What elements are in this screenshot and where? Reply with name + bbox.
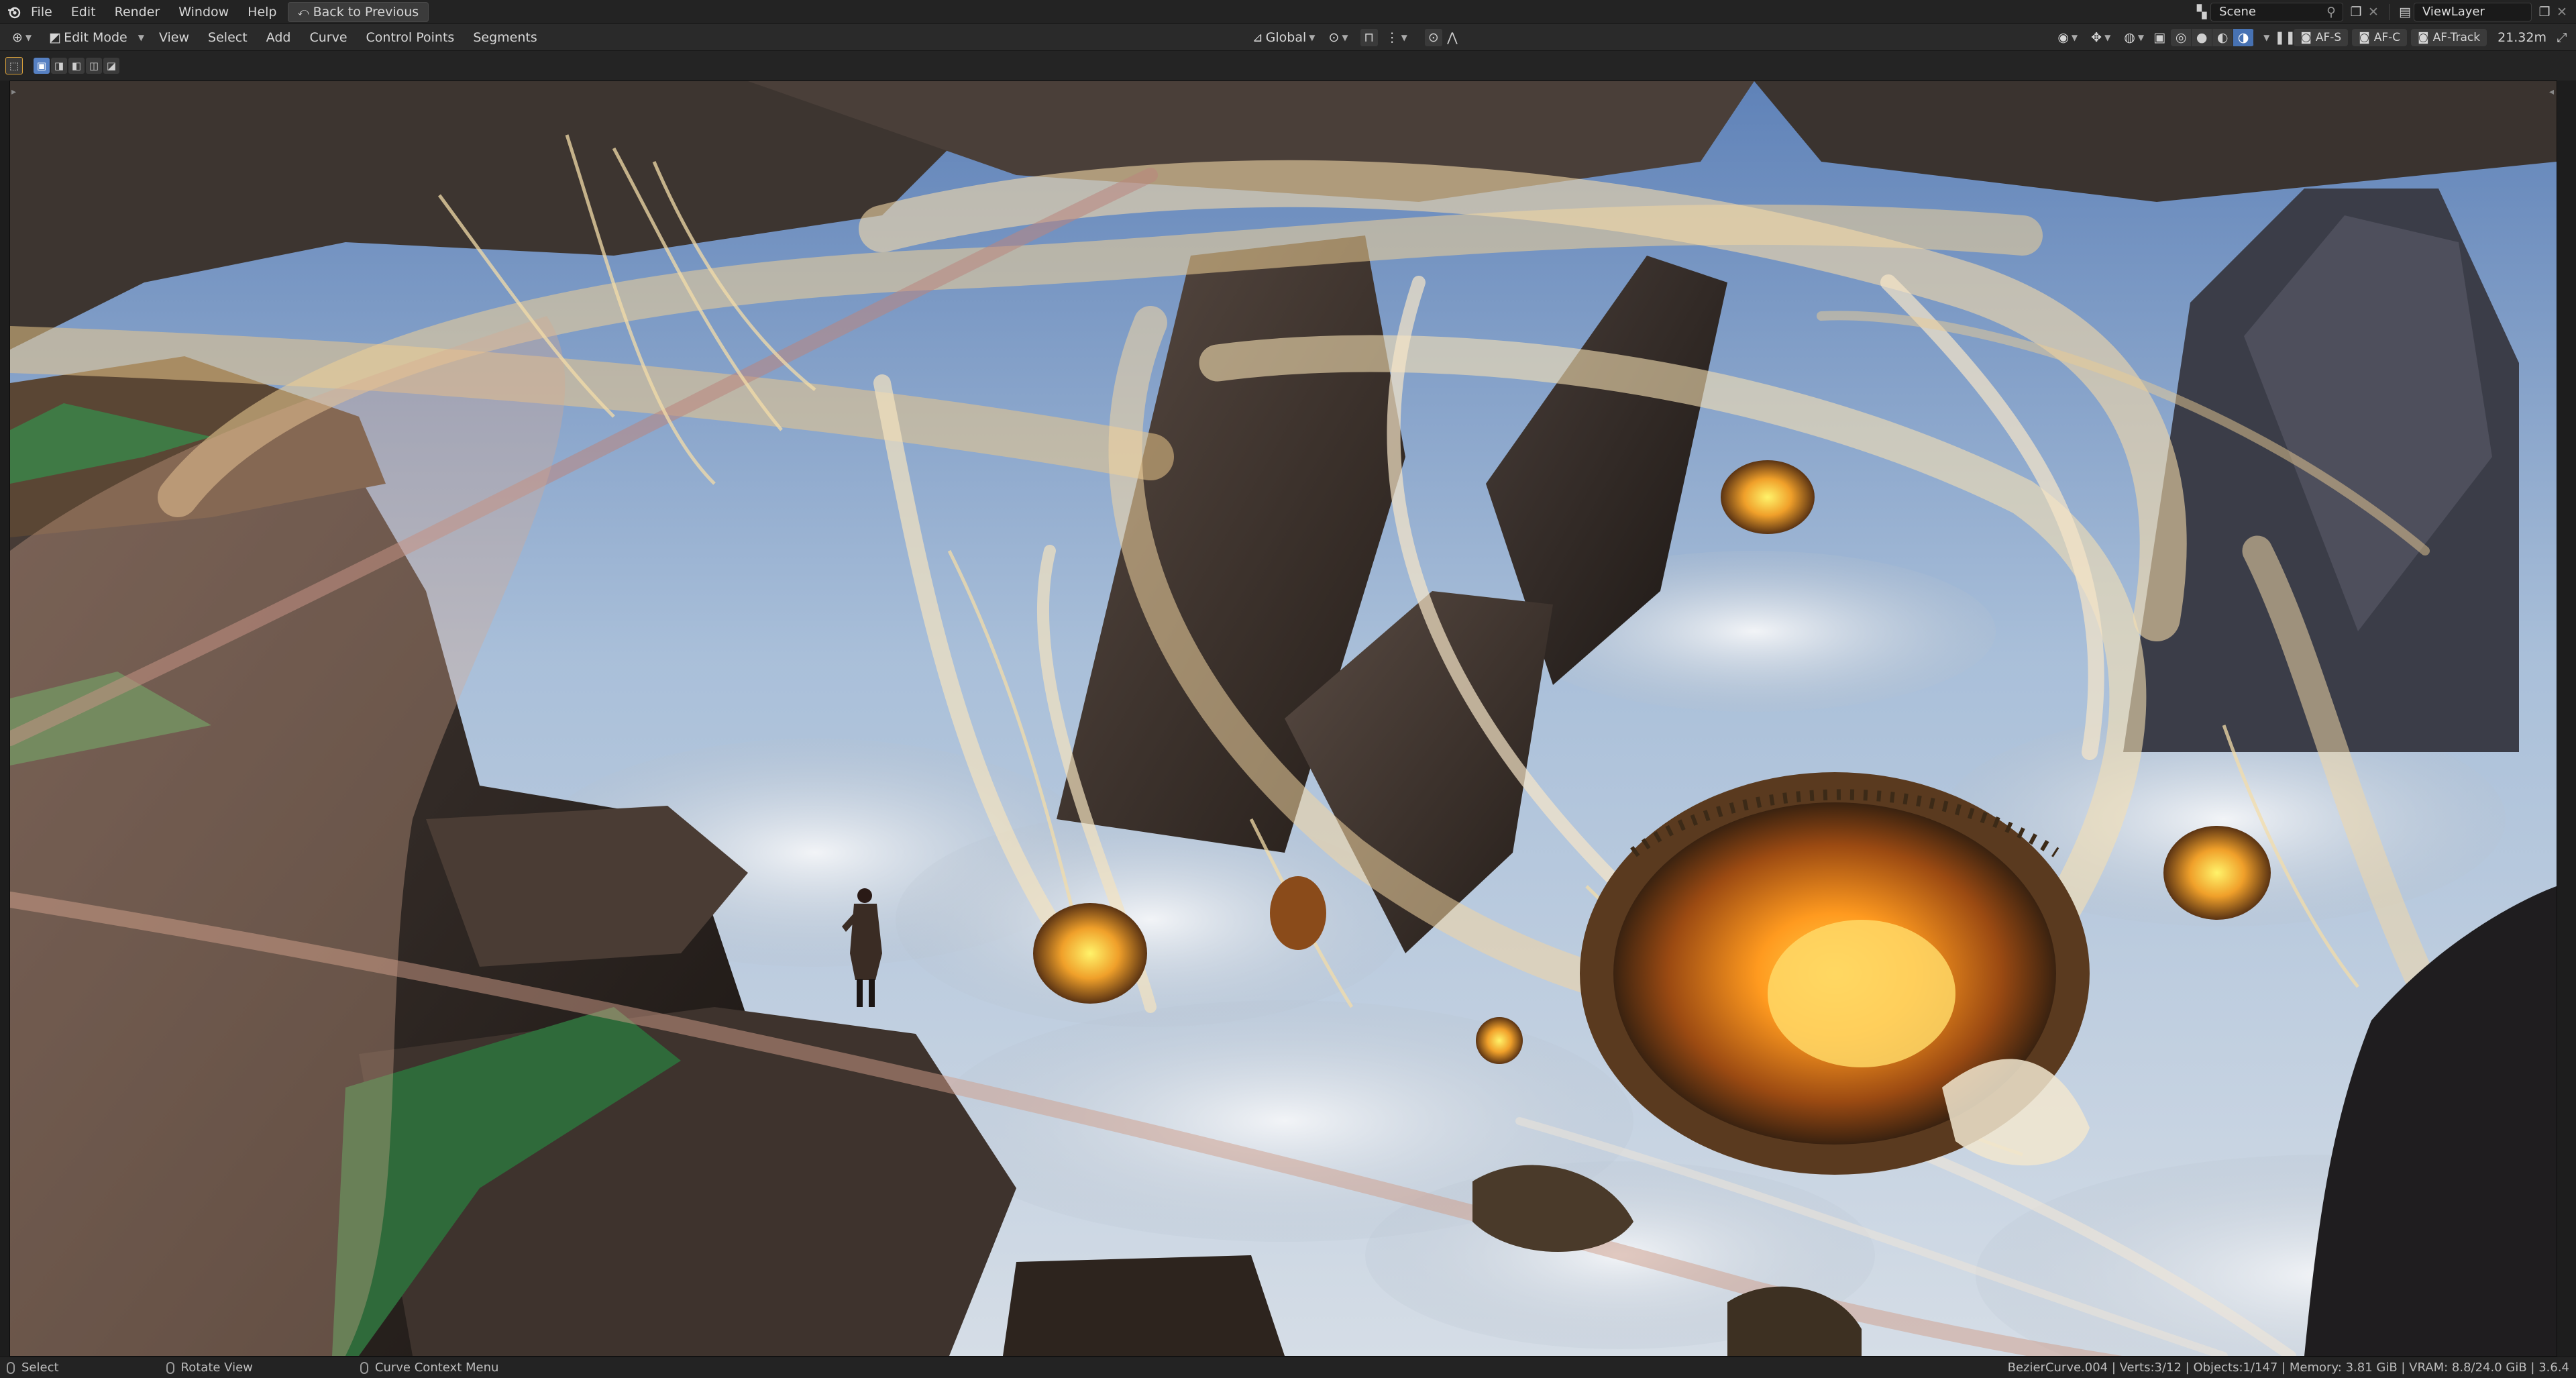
overlay-icon: ◍ bbox=[2124, 30, 2135, 45]
viewlayer-input[interactable] bbox=[2421, 4, 2524, 19]
gizmo-dropdown[interactable]: ✥ ▼ bbox=[2084, 29, 2117, 46]
remove-scene-icon[interactable]: ✕ bbox=[2365, 3, 2382, 21]
status-context-label: Curve Context Menu bbox=[374, 1361, 499, 1375]
new-scene-icon[interactable]: ❐ bbox=[2347, 3, 2365, 21]
gizmo-icon: ✥ bbox=[2091, 30, 2102, 45]
edit-mode-icon: ◩ bbox=[49, 30, 62, 45]
mouse-middle-icon bbox=[166, 1361, 174, 1374]
snap-icon[interactable]: ⊓ bbox=[1360, 28, 1378, 46]
af-track-label: AF-Track bbox=[2432, 30, 2481, 44]
mouse-right-icon bbox=[360, 1361, 368, 1374]
menu-file[interactable]: File bbox=[23, 2, 60, 22]
select-new-icon[interactable]: ▣ bbox=[34, 58, 50, 74]
sidebar-toggle-icon[interactable]: ◂ bbox=[2549, 87, 2554, 97]
status-rotate-label: Rotate View bbox=[180, 1361, 253, 1375]
select-subtract-icon[interactable]: ◧ bbox=[68, 58, 85, 74]
menu-view[interactable]: View bbox=[151, 28, 197, 48]
editor-type-icon: ⊕ bbox=[12, 30, 23, 45]
target-icon: ◙ bbox=[2418, 30, 2429, 44]
select-tool-group: ⬚ ▣ ◨ ◧ ◫ ◪ bbox=[5, 57, 119, 74]
af-s-button[interactable]: ◙ AF-S bbox=[2294, 28, 2349, 46]
back-to-previous-button[interactable]: ⤺ Back to Previous bbox=[287, 1, 429, 22]
viewlayer-field[interactable] bbox=[2414, 2, 2532, 21]
select-box-tool-icon[interactable]: ⬚ bbox=[5, 57, 23, 74]
shading-mode-group: ◎ ● ◐ ◑ bbox=[2171, 28, 2255, 46]
material-shading-icon[interactable]: ◐ bbox=[2212, 28, 2234, 46]
rendered-shading-icon[interactable]: ◑ bbox=[2233, 28, 2255, 46]
back-icon: ⤺ bbox=[297, 5, 309, 18]
proportional-group: ⊙ ⋀ bbox=[1424, 28, 1461, 46]
menu-add[interactable]: Add bbox=[258, 28, 299, 48]
viewport-header: ⊕ ▼ ◩ Edit Mode ▼ View Select Add Curve C… bbox=[0, 24, 2576, 51]
large-jellyfish bbox=[1580, 772, 2090, 1175]
orientation-dropdown[interactable]: ⊿ Global ▼ bbox=[1246, 29, 1322, 46]
falloff-icon[interactable]: ⋀ bbox=[1444, 29, 1461, 46]
viewlayer-icon[interactable]: ▤ bbox=[2396, 3, 2414, 21]
menu-select[interactable]: Select bbox=[200, 28, 256, 48]
scene-icon[interactable]: ▚ bbox=[2193, 3, 2210, 21]
menu-help[interactable]: Help bbox=[239, 2, 284, 22]
menu-curve[interactable]: Curve bbox=[301, 28, 355, 48]
snap-group: ⊓ ⋮ ▼ bbox=[1360, 28, 1414, 46]
xray-icon[interactable]: ▣ bbox=[2151, 29, 2168, 46]
visibility-dropdown[interactable]: ◉ ▼ bbox=[2051, 29, 2084, 46]
af-track-button[interactable]: ◙ AF-Track bbox=[2411, 28, 2487, 46]
remove-viewlayer-icon[interactable]: ✕ bbox=[2553, 3, 2571, 21]
wireframe-shading-icon[interactable]: ◎ bbox=[2171, 28, 2192, 46]
mode-dropdown[interactable]: ◩ Edit Mode ▼ bbox=[42, 29, 151, 46]
orientation-label: Global bbox=[1265, 30, 1307, 45]
mouse-left-icon bbox=[7, 1361, 15, 1374]
rendered-scene bbox=[10, 81, 2557, 1356]
tool-settings-row: ⬚ ▣ ◨ ◧ ◫ ◪ bbox=[0, 51, 2576, 81]
menu-render[interactable]: Render bbox=[107, 2, 168, 22]
back-to-previous-label: Back to Previous bbox=[313, 4, 419, 19]
camera-icon: ◙ bbox=[2359, 30, 2370, 44]
scene-input[interactable] bbox=[2218, 4, 2322, 19]
focus-distance-value[interactable]: 21.32m bbox=[2498, 30, 2546, 45]
camera-icon: ◙ bbox=[2300, 30, 2312, 44]
expand-icon[interactable]: ⤢ bbox=[2553, 29, 2571, 46]
blender-icon[interactable] bbox=[5, 3, 23, 21]
select-invert-icon[interactable]: ◫ bbox=[86, 58, 102, 74]
select-intersect-icon[interactable]: ◪ bbox=[103, 58, 119, 74]
status-select-label: Select bbox=[21, 1361, 59, 1375]
toolbar-toggle-icon[interactable]: ▸ bbox=[11, 87, 16, 97]
pivot-icon: ⊙ bbox=[1328, 30, 1340, 45]
orientation-icon: ⊿ bbox=[1252, 30, 1263, 45]
top-bar: File Edit Render Window Help ⤺ Back to P… bbox=[0, 0, 2576, 24]
overlay-dropdown[interactable]: ◍ ▼ bbox=[2117, 29, 2151, 46]
separator bbox=[2389, 3, 2390, 20]
af-s-label: AF-S bbox=[2315, 30, 2342, 44]
snap-target-dropdown[interactable]: ⋮ ▼ bbox=[1379, 29, 1414, 46]
shading-options-dropdown[interactable]: ▼ bbox=[2257, 32, 2276, 44]
status-rotate-view: Rotate View bbox=[166, 1361, 253, 1375]
menu-control-points[interactable]: Control Points bbox=[358, 28, 463, 48]
new-viewlayer-icon[interactable]: ❐ bbox=[2536, 3, 2553, 21]
pin-icon[interactable]: ⚲ bbox=[2326, 5, 2336, 19]
status-context-menu: Curve Context Menu bbox=[360, 1361, 498, 1375]
scene-field[interactable]: ⚲ bbox=[2210, 2, 2343, 21]
af-c-button[interactable]: ◙ AF-C bbox=[2352, 28, 2408, 46]
mode-label: Edit Mode bbox=[64, 30, 127, 45]
status-bar: Select Rotate View Curve Context Menu Be… bbox=[0, 1357, 2576, 1378]
snap-target-icon: ⋮ bbox=[1385, 30, 1399, 45]
3d-viewport[interactable]: ◂ ▸ bbox=[9, 81, 2557, 1357]
status-select: Select bbox=[7, 1361, 59, 1375]
pivot-dropdown[interactable]: ⊙ ▼ bbox=[1322, 29, 1355, 46]
menu-segments[interactable]: Segments bbox=[465, 28, 545, 48]
select-extend-icon[interactable]: ◨ bbox=[51, 58, 67, 74]
solid-shading-icon[interactable]: ● bbox=[2192, 28, 2213, 46]
af-c-label: AF-C bbox=[2373, 30, 2401, 44]
menu-window[interactable]: Window bbox=[170, 2, 237, 22]
eye-icon: ◉ bbox=[2057, 30, 2069, 45]
pause-icon[interactable]: ❚❚ bbox=[2274, 29, 2296, 46]
scene-statistics: BezierCurve.004 | Verts:3/12 | Objects:1… bbox=[2007, 1361, 2569, 1375]
proportional-edit-icon[interactable]: ⊙ bbox=[1424, 28, 1442, 46]
editor-type-dropdown[interactable]: ⊕ ▼ bbox=[5, 29, 38, 46]
menu-edit[interactable]: Edit bbox=[63, 2, 104, 22]
